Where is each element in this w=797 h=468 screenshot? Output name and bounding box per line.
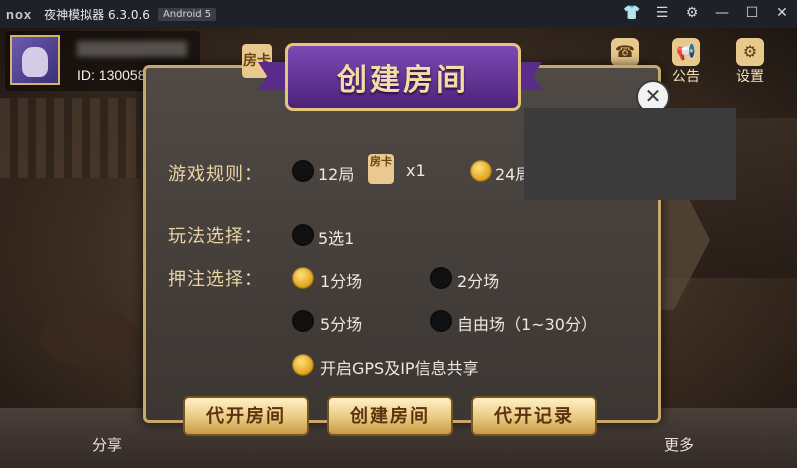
android-version-badge: Android 5 [157,7,217,21]
settings-button[interactable]: ⚙ 设置 [728,38,772,86]
settings-icon[interactable]: ⚙ [683,4,701,22]
emulator-titlebar: nox 夜神模拟器 6.3.0.6 Android 5 👕 ☰ ⚙ — ☐ ✕ [0,0,797,28]
redacted-panel [524,108,736,200]
announcement-icon: 📢 [672,38,700,66]
gps-share-radio[interactable] [292,354,314,376]
dialog-title-banner: 创建房间 [285,43,521,111]
background-table [40,308,140,368]
mode-radio[interactable] [292,224,314,246]
mode-label: 玩法选择： [168,226,263,247]
settings-label: 设置 [736,69,764,85]
rule-12-label: 12局 [318,165,355,184]
bet-free-label: 自由场（1~30分） [457,315,597,334]
rule-12-radio[interactable] [292,160,314,182]
menu-icon[interactable]: ☰ [653,4,671,22]
maximize-icon[interactable]: ☐ [743,4,761,22]
settings-gear-icon: ⚙ [736,38,764,66]
announcement-button[interactable]: 📢 公告 [664,38,708,86]
minimize-icon[interactable]: — [713,4,731,22]
username-redacted [77,41,187,57]
background-shelf [0,98,140,178]
nox-logo: nox [6,6,33,22]
rules-label: 游戏规则： [168,164,263,185]
bet-2-label: 2分场 [457,272,500,291]
user-id: ID: 130058 [77,67,146,83]
room-card-icon: 房卡 [368,154,394,184]
emulator-app-name: 夜神模拟器 6.3.0.6 [44,7,150,22]
rule-24-radio[interactable] [470,160,492,182]
bet-label: 押注选择： [168,269,263,290]
bet-5-label: 5分场 [320,315,363,334]
proxy-record-button[interactable]: 代开记录 [471,396,597,436]
announcement-label: 公告 [672,69,700,85]
bet-1-radio[interactable] [292,267,314,289]
share-button[interactable]: 分享 [92,434,122,455]
bet-5-radio[interactable] [292,310,314,332]
bet-1-label: 1分场 [320,272,363,291]
rule-12-cost: x1 [406,161,426,180]
create-room-button[interactable]: 创建房间 [327,396,453,436]
mode-option-label: 5选1 [318,229,355,248]
customer-service-icon: ☎ [611,38,639,66]
shirt-icon[interactable]: 👕 [623,4,641,22]
proxy-open-room-button[interactable]: 代开房间 [183,396,309,436]
dialog-title: 创建房间 [337,63,469,98]
close-icon[interactable]: ✕ [773,4,791,22]
gps-share-label: 开启GPS及IP信息共享 [320,359,479,378]
avatar[interactable] [10,35,60,85]
more-button[interactable]: 更多 [664,434,694,455]
bet-free-radio[interactable] [430,310,452,332]
bet-2-radio[interactable] [430,267,452,289]
